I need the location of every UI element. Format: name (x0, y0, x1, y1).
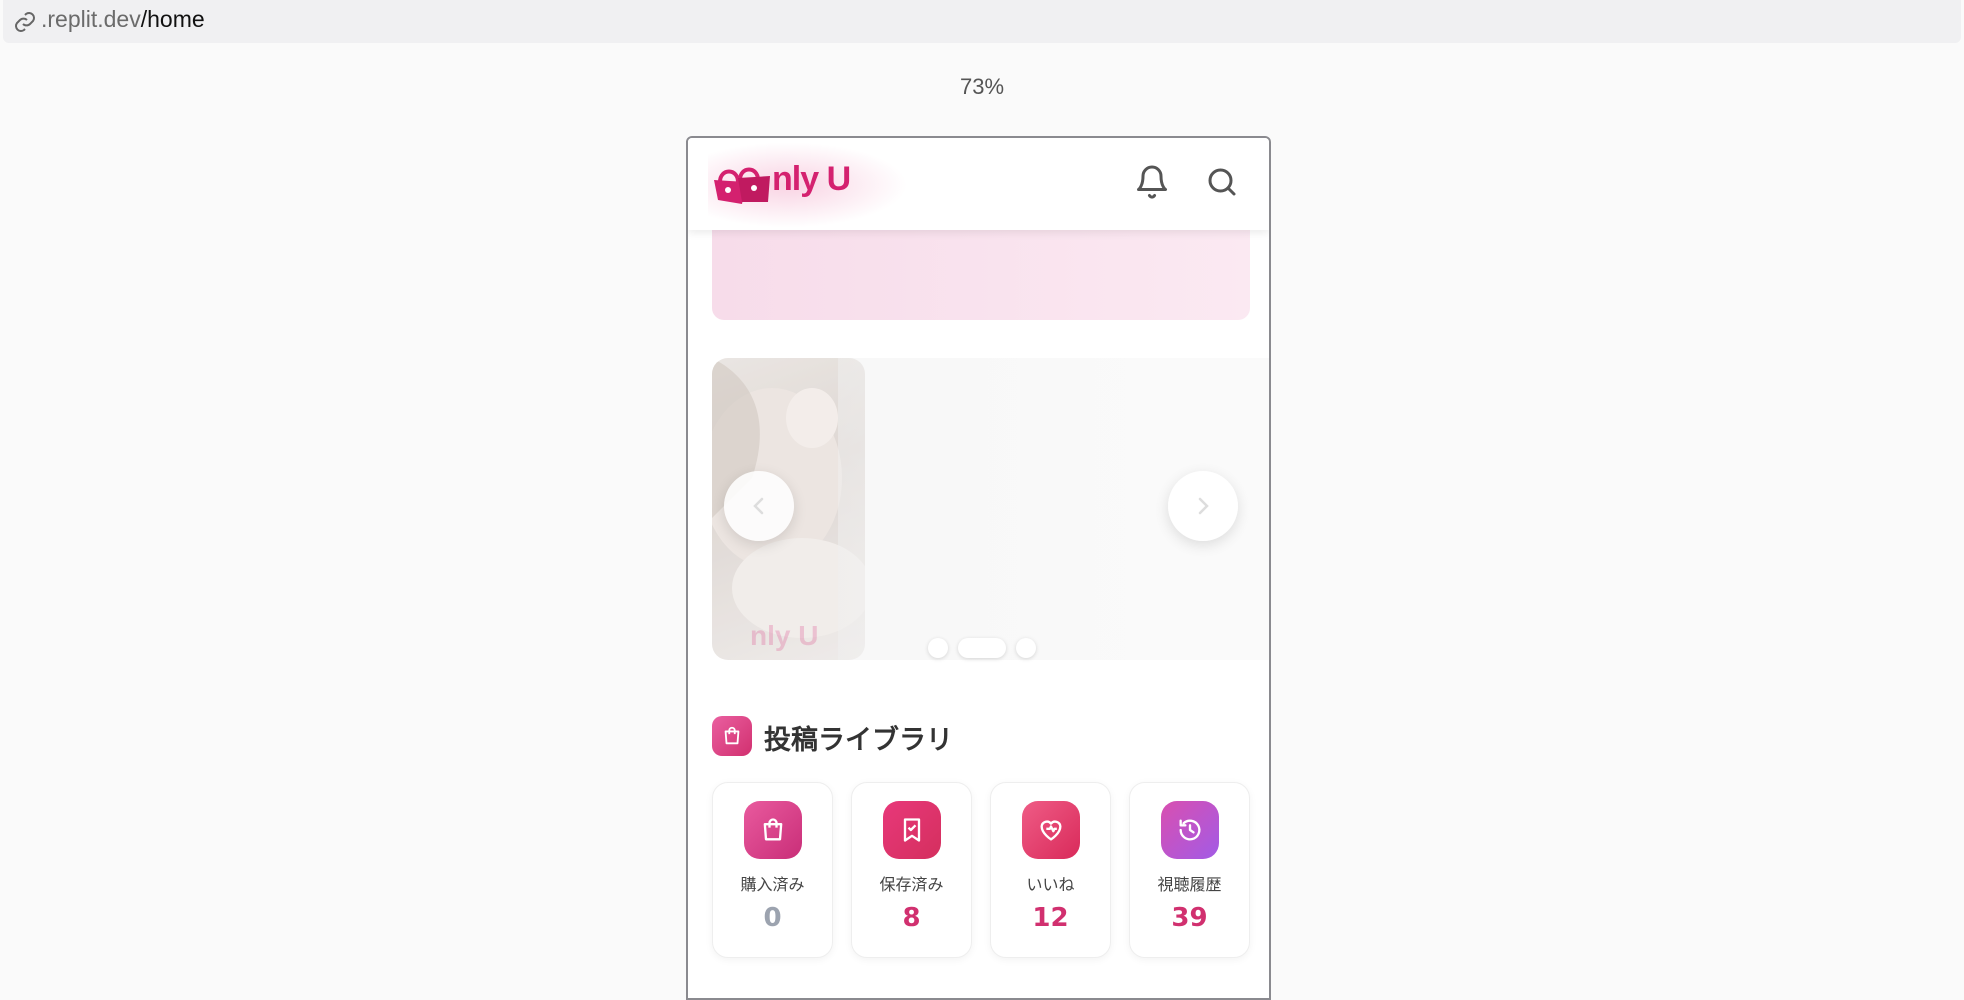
link-icon (15, 12, 35, 32)
stat-label: 保存済み (879, 875, 944, 894)
stat-value: 39 (1171, 903, 1208, 933)
zoom-level: 73% (959, 74, 1005, 99)
heart-icon (1040, 820, 1062, 841)
promo-banner[interactable] (712, 218, 1250, 320)
history-icon (1179, 819, 1201, 841)
carousel-dot[interactable] (928, 638, 948, 658)
library-icon (712, 716, 752, 756)
carousel-dot-active[interactable] (958, 638, 1006, 658)
stat-value: 8 (902, 903, 921, 933)
carousel-prev-button[interactable] (724, 471, 794, 541)
library-title: 投稿ライブラリ (764, 725, 953, 756)
stat-label: 購入済み (740, 875, 805, 894)
stat-label: いいね (1026, 875, 1075, 894)
saved-icon-box (883, 801, 941, 859)
url-text: .replit.dev/home (41, 6, 205, 32)
purchased-icon-box (744, 801, 802, 859)
liked-icon-box (1022, 801, 1080, 859)
library-stats: 購入済み 0 保存済み 8 いいね 12 視聴履歴 39 (712, 782, 1252, 958)
shopping-bag-icon (763, 818, 783, 841)
bookmark-icon (903, 818, 921, 842)
stat-card-liked[interactable]: いいね 12 (990, 782, 1111, 958)
chevron-left-icon (753, 497, 764, 515)
stat-card-history[interactable]: 視聴履歴 39 (1129, 782, 1250, 958)
bell-icon[interactable] (1134, 164, 1170, 200)
carousel-dots (688, 638, 1269, 658)
stat-label: 視聴履歴 (1157, 875, 1222, 894)
shopping-bag-icon (724, 726, 740, 745)
history-icon-box (1161, 801, 1219, 859)
carousel-next-button[interactable] (1168, 471, 1238, 541)
phone-viewport: nly U nly U 投稿ライブラリ 購入済み 0 保存済み 8 いいね 12… (686, 136, 1271, 1000)
carousel-dot[interactable] (1016, 638, 1036, 658)
chevron-right-icon (1198, 497, 1209, 515)
stat-value: 12 (1032, 903, 1069, 933)
stat-card-purchased[interactable]: 購入済み 0 (712, 782, 833, 958)
library-section-header: 投稿ライブラリ (712, 716, 1252, 760)
logo-text: nly U (772, 160, 851, 198)
search-icon[interactable] (1204, 164, 1240, 200)
stat-value: 0 (763, 903, 782, 933)
featured-carousel: nly U (688, 358, 1269, 668)
stat-card-saved[interactable]: 保存済み 8 (851, 782, 972, 958)
browser-url-bar[interactable]: .replit.dev/home (3, 0, 1961, 43)
app-header: nly U (688, 138, 1269, 230)
